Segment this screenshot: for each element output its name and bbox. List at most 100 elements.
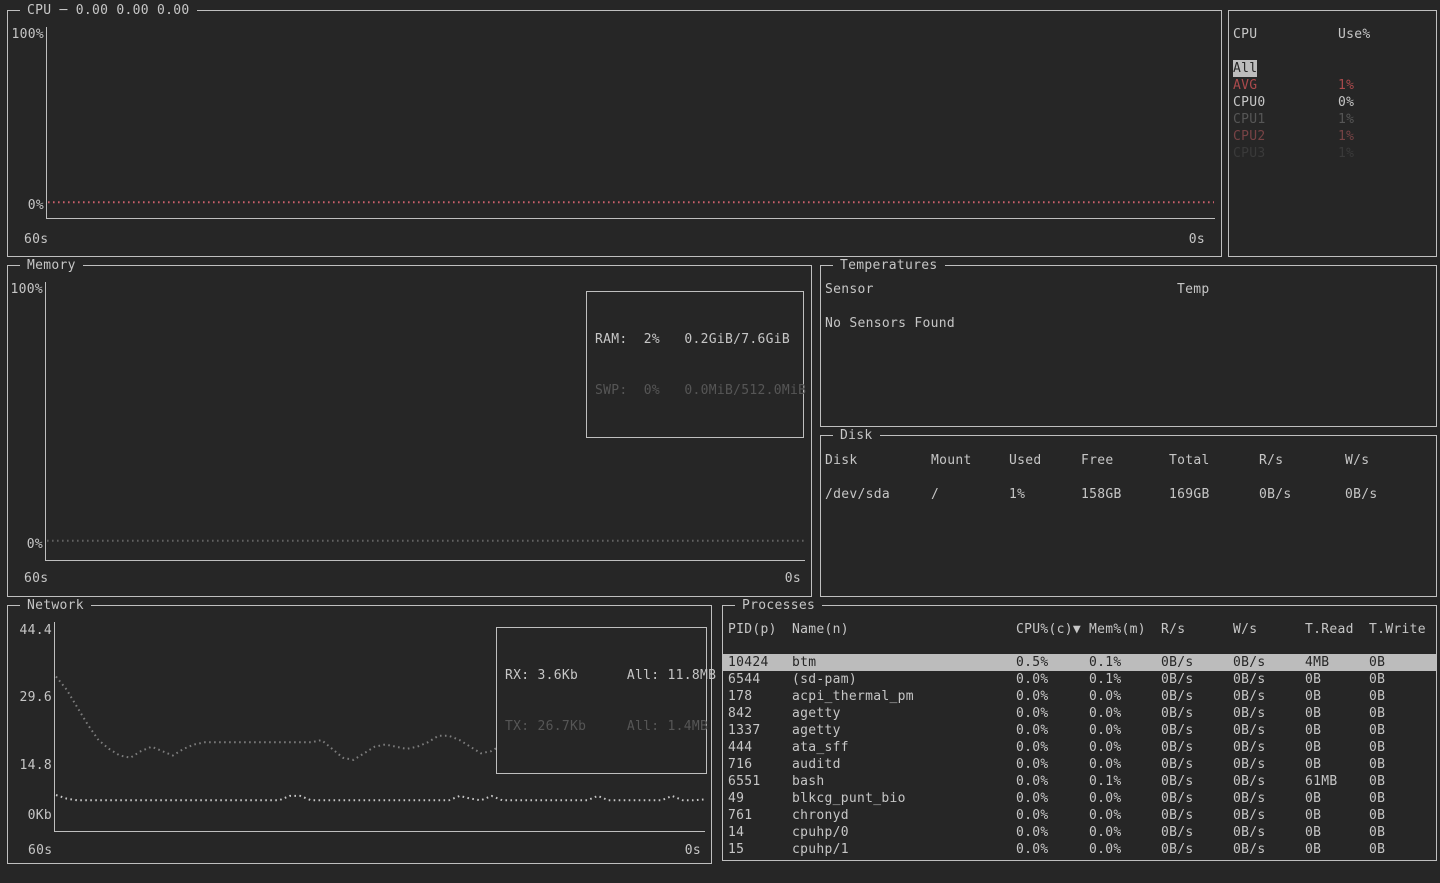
write-rate-cell: 0B/s — [1233, 773, 1305, 790]
write-rate-cell: 0B/s — [1233, 688, 1305, 705]
read-rate-cell: 0B/s — [1161, 739, 1233, 756]
cpu-column-header-sorted[interactable]: CPU%(c)▼ — [1016, 621, 1089, 638]
read-rate-cell: 0B/s — [1161, 671, 1233, 688]
process-row[interactable]: 761 chronyd 0.0% 0.0% 0B/s 0B/s 0B 0B — [723, 807, 1436, 824]
cpu-name-cell: CPU3 — [1233, 145, 1338, 162]
cpu-legend-row[interactable]: All — [1233, 60, 1436, 77]
total-read-cell: 4MB — [1305, 654, 1369, 671]
cpu-cell: 0.0% — [1016, 756, 1089, 773]
pid-cell: 10424 — [728, 654, 792, 671]
cpu-legend-panel[interactable]: CPU Use% All AVG 1% CPU0 0% CPU1 1% CPU2… — [1228, 10, 1437, 257]
cpu-use-cell — [1338, 60, 1436, 77]
mem-cell: 0.0% — [1089, 756, 1161, 773]
cpu-cell: 0.0% — [1016, 841, 1089, 858]
name-cell: acpi_thermal_pm — [792, 688, 1016, 705]
cpu-legend-spacer — [1233, 43, 1436, 60]
used-column-header: Used — [1009, 452, 1081, 469]
process-row[interactable]: 49 blkcg_punt_bio 0.0% 0.0% 0B/s 0B/s 0B… — [723, 790, 1436, 807]
pid-cell: 49 — [728, 790, 792, 807]
disk-row[interactable]: /dev/sda / 1% 158GB 169GB 0B/s 0B/s — [821, 486, 1436, 503]
network-panel[interactable]: Network 44.4 29.6 14.8 0Kb RX: 3.6Kb All… — [7, 605, 712, 864]
process-row[interactable]: 178 acpi_thermal_pm 0.0% 0.0% 0B/s 0B/s … — [723, 688, 1436, 705]
total-read-cell: 0B — [1305, 807, 1369, 824]
pid-cell: 1337 — [728, 722, 792, 739]
cpu-use-cell: 1% — [1338, 111, 1436, 128]
name-cell: blkcg_punt_bio — [792, 790, 1016, 807]
pid-cell: 6551 — [728, 773, 792, 790]
processes-spacer — [723, 638, 1436, 654]
cpu-legend-row[interactable]: CPU1 1% — [1233, 111, 1436, 128]
cpu-cell: 0.0% — [1016, 773, 1089, 790]
network-y-label-0: 0Kb — [12, 807, 52, 824]
cpu-legend-row[interactable]: CPU2 1% — [1233, 128, 1436, 145]
temperatures-panel-title: Temperatures — [833, 257, 945, 274]
pid-cell: 761 — [728, 807, 792, 824]
memory-y-max-label: 100% — [9, 281, 43, 298]
network-legend-box: RX: 3.6Kb All: 11.8MB TX: 26.7Kb All: 1.… — [496, 627, 707, 774]
process-row[interactable]: 15 cpuhp/1 0.0% 0.0% 0B/s 0B/s 0B 0B — [723, 841, 1436, 858]
write-rate-column-header[interactable]: W/s — [1233, 621, 1305, 638]
mem-cell: 0.1% — [1089, 671, 1161, 688]
name-column-header[interactable]: Name(n) — [792, 621, 1016, 638]
total-write-cell: 0B — [1369, 773, 1436, 790]
name-cell: agetty — [792, 705, 1016, 722]
total-read-cell: 0B — [1305, 824, 1369, 841]
cpu-x-right-label: 0s — [1189, 231, 1205, 248]
read-rate-column-header[interactable]: R/s — [1161, 621, 1233, 638]
process-row[interactable]: 444 ata_sff 0.0% 0.0% 0B/s 0B/s 0B 0B — [723, 739, 1436, 756]
write-rate-cell: 0B/s — [1233, 841, 1305, 858]
cpu-legend-row[interactable]: CPU3 1% — [1233, 145, 1436, 162]
read-rate-cell: 0B/s — [1161, 688, 1233, 705]
cpu-name-cell: CPU1 — [1233, 111, 1338, 128]
process-row[interactable]: 716 auditd 0.0% 0.0% 0B/s 0B/s 0B 0B — [723, 756, 1436, 773]
processes-panel[interactable]: Processes PID(p) Name(n) CPU%(c)▼ Mem%(m… — [722, 605, 1437, 861]
total-read-cell: 0B — [1305, 790, 1369, 807]
processes-panel-title: Processes — [735, 597, 822, 614]
cpu-panel-title: CPU ─ 0.00 0.00 0.00 — [20, 2, 197, 19]
memory-panel[interactable]: Memory 100% 0% RAM: 2% 0.2GiB/7.6GiB SWP… — [7, 265, 812, 597]
read-rate-column-header: R/s — [1259, 452, 1345, 469]
total-write-cell: 0B — [1369, 807, 1436, 824]
disk-panel[interactable]: Disk Disk Mount Used Free Total R/s W/s … — [820, 435, 1437, 597]
name-cell: agetty — [792, 722, 1016, 739]
process-row[interactable]: 6544 (sd-pam) 0.0% 0.1% 0B/s 0B/s 0B 0B — [723, 671, 1436, 688]
total-write-cell: 0B — [1369, 705, 1436, 722]
total-column-header: Total — [1169, 452, 1259, 469]
network-x-right-label: 0s — [685, 842, 701, 859]
total-cell: 169GB — [1169, 486, 1259, 503]
btm-system-monitor: { "colors": { "background": "#262626", "… — [0, 0, 1440, 883]
mem-column-header[interactable]: Mem%(m) — [1089, 621, 1161, 638]
total-read-cell: 61MB — [1305, 773, 1369, 790]
process-row[interactable]: 1337 agetty 0.0% 0.0% 0B/s 0B/s 0B 0B — [723, 722, 1436, 739]
mem-cell: 0.1% — [1089, 773, 1161, 790]
total-write-cell: 0B — [1369, 790, 1436, 807]
sensor-column-header: Sensor — [825, 281, 1177, 298]
total-write-cell: 0B — [1369, 824, 1436, 841]
pid-cell: 15 — [728, 841, 792, 858]
process-row[interactable]: 842 agetty 0.0% 0.0% 0B/s 0B/s 0B 0B — [723, 705, 1436, 722]
name-cell: bash — [792, 773, 1016, 790]
pid-column-header[interactable]: PID(p) — [728, 621, 792, 638]
read-rate-cell: 0B/s — [1161, 790, 1233, 807]
total-read-column-header[interactable]: T.Read — [1305, 621, 1369, 638]
read-rate-cell: 0B/s — [1161, 841, 1233, 858]
total-write-column-header[interactable]: T.Write — [1369, 621, 1436, 638]
cpu-legend-row[interactable]: CPU0 0% — [1233, 94, 1436, 111]
read-rate-cell: 0B/s — [1161, 824, 1233, 841]
cpu-legend-row[interactable]: AVG 1% — [1233, 77, 1436, 94]
process-row[interactable]: 10424 btm 0.5% 0.1% 0B/s 0B/s 4MB 0B — [723, 654, 1436, 671]
process-row[interactable]: 6551 bash 0.0% 0.1% 0B/s 0B/s 61MB 0B — [723, 773, 1436, 790]
temperatures-panel[interactable]: Temperatures Sensor Temp No Sensors Foun… — [820, 265, 1437, 427]
write-rate-cell: 0B/s — [1233, 824, 1305, 841]
name-cell: ata_sff — [792, 739, 1016, 756]
used-cell: 1% — [1009, 486, 1081, 503]
cpu-legend-header: CPU Use% — [1233, 26, 1436, 43]
ram-legend-line: RAM: 2% 0.2GiB/7.6GiB — [595, 331, 795, 348]
disk-spacer — [821, 469, 1436, 486]
write-rate-cell: 0B/s — [1233, 739, 1305, 756]
total-read-cell: 0B — [1305, 722, 1369, 739]
write-rate-cell: 0B/s — [1345, 486, 1436, 503]
cpu-panel[interactable]: CPU ─ 0.00 0.00 0.00 100% 0% 60s 0s — [7, 10, 1222, 257]
process-row[interactable]: 14 cpuhp/0 0.0% 0.0% 0B/s 0B/s 0B 0B — [723, 824, 1436, 841]
network-y-label-1: 14.8 — [12, 757, 52, 774]
